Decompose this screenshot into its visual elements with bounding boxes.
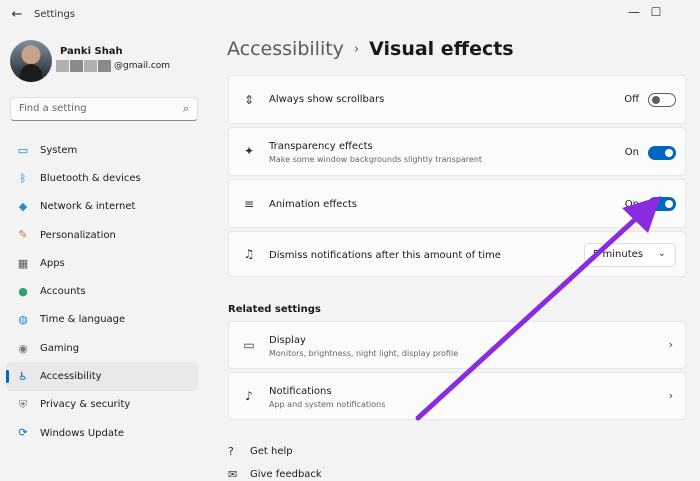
setting-title: Animation effects xyxy=(269,199,357,210)
setting-always-show-scrollbars[interactable]: ⇕ Always show scrollbars Off xyxy=(228,75,686,124)
breadcrumb-separator: › xyxy=(353,42,360,57)
sidebar-item-label: Network & internet xyxy=(40,201,136,213)
back-arrow-icon[interactable]: ← xyxy=(8,6,26,24)
title-bar: ← Settings — ☐ xyxy=(0,0,700,30)
feedback-icon: ✉ xyxy=(228,468,238,481)
animation-icon: ≡ xyxy=(243,197,255,211)
dismiss-time-dropdown[interactable]: 5 minutes ⌄ xyxy=(584,243,676,267)
sidebar-item-accessibility[interactable]: ♿ Accessibility xyxy=(6,362,198,391)
globe-icon: ◍ xyxy=(18,313,28,327)
sidebar-item-personalization[interactable]: ✎ Personalization xyxy=(0,221,205,249)
user-email-suffix: @gmail.com xyxy=(114,61,171,71)
shield-icon: ⛨ xyxy=(18,397,28,411)
setting-transparency-effects[interactable]: ✦ Transparency effects Make some window … xyxy=(228,127,686,176)
sidebar-item-label: Apps xyxy=(40,257,65,269)
transparency-toggle[interactable] xyxy=(648,146,676,160)
sidebar-nav: ▭ System ᛒ Bluetooth & devices ◆ Network & in… xyxy=(0,136,205,447)
setting-title: Transparency effects xyxy=(269,141,373,152)
bell-icon: ♪ xyxy=(245,389,253,403)
related-subtitle: App and system notifications xyxy=(269,400,386,409)
accessibility-icon: ♿ xyxy=(18,369,28,383)
page-title: Visual effects xyxy=(369,38,514,60)
sidebar-item-label: System xyxy=(40,144,78,156)
setting-title: Dismiss notifications after this amount … xyxy=(269,250,501,261)
network-icon: ◆ xyxy=(18,200,28,214)
sidebar-item-label: Privacy & security xyxy=(40,399,131,411)
redacted-block xyxy=(84,60,97,72)
give-feedback-label: Give feedback xyxy=(250,469,322,480)
animation-toggle[interactable] xyxy=(648,197,676,211)
bell-timer-icon: ♫ xyxy=(243,247,255,261)
sidebar-item-gaming[interactable]: ◉ Gaming xyxy=(0,334,205,362)
related-settings-heading: Related settings xyxy=(228,304,321,315)
sidebar-item-label: Gaming xyxy=(40,342,80,354)
sidebar-item-privacy-security[interactable]: ⛨ Privacy & security xyxy=(0,391,205,419)
sidebar-item-time-language[interactable]: ◍ Time & language xyxy=(0,306,205,334)
breadcrumb: Accessibility › Visual effects xyxy=(227,38,514,60)
redacted-block xyxy=(56,60,69,72)
breadcrumb-parent[interactable]: Accessibility xyxy=(227,38,344,60)
setting-dismiss-notifications[interactable]: ♫ Dismiss notifications after this amoun… xyxy=(228,231,686,277)
toggle-state-label: On xyxy=(624,147,639,158)
maximize-button[interactable]: ☐ xyxy=(634,2,678,22)
sidebar-item-label: Time & language xyxy=(40,314,126,326)
sidebar-item-label: Accessibility xyxy=(40,371,102,383)
avatar xyxy=(10,40,52,82)
chevron-down-icon: ⌄ xyxy=(657,248,666,259)
related-notifications[interactable]: ♪ Notifications App and system notificat… xyxy=(228,372,686,420)
app-title: Settings xyxy=(34,9,76,20)
sidebar-item-network-internet[interactable]: ◆ Network & internet xyxy=(0,193,205,221)
related-title: Notifications xyxy=(269,386,332,397)
apps-icon: ▦ xyxy=(17,256,29,270)
related-title: Display xyxy=(269,335,306,346)
bluetooth-icon: ᛒ xyxy=(19,171,27,185)
user-name: Panki Shah xyxy=(60,46,123,57)
sidebar-item-system[interactable]: ▭ System xyxy=(0,136,205,164)
gaming-icon: ◉ xyxy=(18,341,28,355)
sidebar-item-bluetooth-devices[interactable]: ᛒ Bluetooth & devices xyxy=(0,164,205,192)
sidebar-item-windows-update[interactable]: ⟳ Windows Update xyxy=(0,419,205,447)
sidebar-item-apps[interactable]: ▦ Apps xyxy=(0,249,205,277)
toggle-state-label: On xyxy=(624,199,639,210)
accounts-icon: ● xyxy=(18,284,28,298)
get-help-link[interactable]: ? Get help xyxy=(228,445,293,458)
search-input[interactable]: Find a setting xyxy=(19,103,87,114)
get-help-label: Get help xyxy=(250,446,293,457)
search-icon[interactable]: ⌕ xyxy=(183,102,189,116)
sidebar-item-label: Bluetooth & devices xyxy=(40,172,141,184)
help-icon: ? xyxy=(228,445,234,458)
update-icon: ⟳ xyxy=(18,426,28,440)
redacted-block xyxy=(98,60,111,72)
user-email: @gmail.com xyxy=(56,60,170,72)
display-icon: ▭ xyxy=(243,338,255,352)
sidebar-item-label: Accounts xyxy=(40,286,86,298)
toggle-state-label: Off xyxy=(624,94,639,105)
scrollbars-toggle[interactable] xyxy=(648,93,676,107)
setting-animation-effects[interactable]: ≡ Animation effects On xyxy=(228,179,686,228)
search-box[interactable]: Find a setting ⌕ xyxy=(10,97,198,121)
system-icon: ▭ xyxy=(17,143,29,157)
setting-subtitle: Make some window backgrounds slightly tr… xyxy=(269,155,483,164)
chevron-right-icon: › xyxy=(668,338,673,351)
dropdown-value: 5 minutes xyxy=(593,249,644,260)
redacted-block xyxy=(70,60,83,72)
sidebar-item-label: Windows Update xyxy=(40,427,125,439)
chevron-right-icon: › xyxy=(668,389,673,402)
setting-title: Always show scrollbars xyxy=(269,94,385,105)
sidebar-item-accounts[interactable]: ● Accounts xyxy=(0,277,205,305)
scrollbar-icon: ⇕ xyxy=(243,93,255,107)
sidebar-item-label: Personalization xyxy=(40,229,116,241)
sparkle-icon: ✦ xyxy=(243,144,255,158)
give-feedback-link[interactable]: ✉ Give feedback xyxy=(228,468,322,481)
related-subtitle: Monitors, brightness, night light, displ… xyxy=(269,349,459,358)
related-display[interactable]: ▭ Display Monitors, brightness, night li… xyxy=(228,321,686,369)
brush-icon: ✎ xyxy=(18,228,28,242)
